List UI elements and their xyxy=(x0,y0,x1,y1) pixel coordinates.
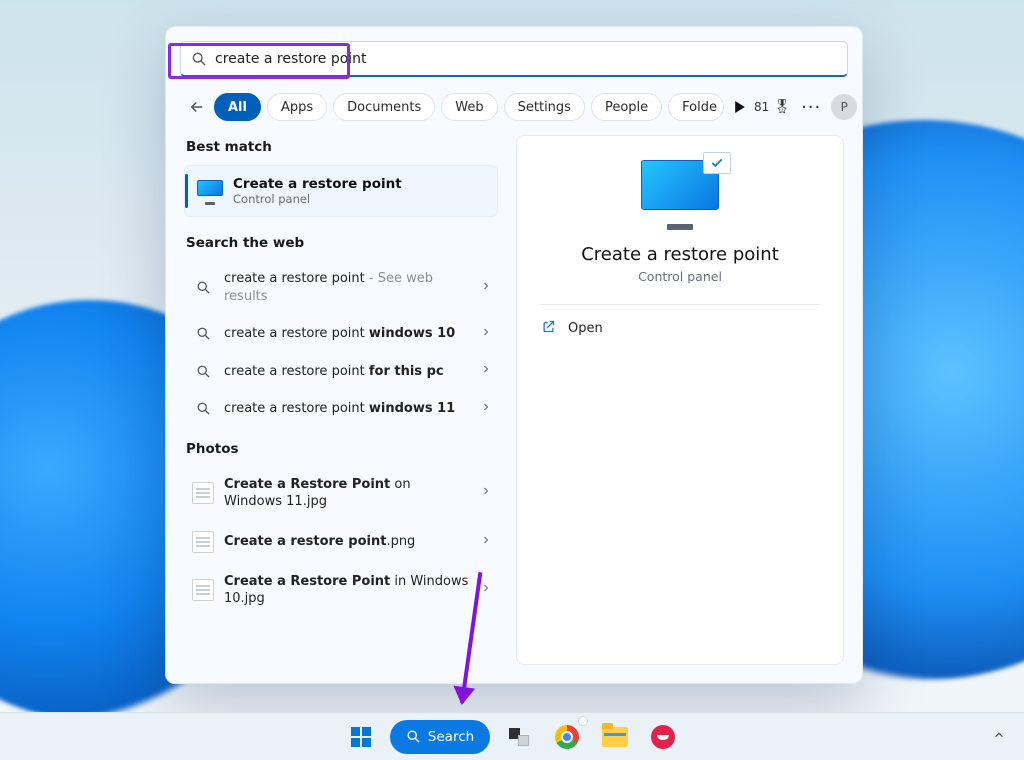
web-result[interactable]: create a restore point windows 10 xyxy=(184,316,498,352)
chevron-right-icon xyxy=(480,401,492,417)
section-photos: Photos xyxy=(186,441,496,457)
search-icon xyxy=(192,364,214,379)
photo-result-text: Create a Restore Point on Windows 11.jpg xyxy=(224,476,470,511)
app-button[interactable] xyxy=(644,718,682,756)
web-result-text: create a restore point windows 11 xyxy=(224,400,470,418)
task-view-button[interactable] xyxy=(500,718,538,756)
web-result[interactable]: create a restore point for this pc xyxy=(184,354,498,390)
tabs-overflow-button[interactable] xyxy=(734,93,746,121)
chevron-right-icon xyxy=(480,280,492,296)
tab-documents[interactable]: Documents xyxy=(333,93,435,121)
divider xyxy=(539,304,821,305)
windows-logo-icon xyxy=(351,727,371,747)
filter-toolbar: All Apps Documents Web Settings People F… xyxy=(166,87,862,135)
more-button[interactable]: ··· xyxy=(801,97,821,118)
search-box[interactable] xyxy=(180,41,848,77)
monitor-icon xyxy=(641,160,719,224)
file-explorer-button[interactable] xyxy=(596,718,634,756)
section-search-web: Search the web xyxy=(186,235,496,251)
web-result[interactable]: create a restore point - See web results xyxy=(184,261,498,314)
taskbar-search-label: Search xyxy=(428,729,474,745)
best-match-title: Create a restore point xyxy=(233,176,402,192)
badge-icon xyxy=(578,716,588,726)
search-icon xyxy=(192,326,214,341)
folder-icon xyxy=(602,727,628,747)
open-action[interactable]: Open xyxy=(539,311,821,346)
detail-subtitle: Control panel xyxy=(638,269,722,284)
tab-web[interactable]: Web xyxy=(441,93,497,121)
rewards-points[interactable]: 81🎖 xyxy=(754,99,791,115)
chevron-right-icon xyxy=(480,534,492,550)
medal-icon: 🎖 xyxy=(773,99,791,115)
taskbar: Search xyxy=(0,712,1024,760)
task-view-icon xyxy=(509,728,529,746)
tab-settings[interactable]: Settings xyxy=(504,93,585,121)
tab-apps[interactable]: Apps xyxy=(267,93,327,121)
open-label: Open xyxy=(568,321,603,336)
tab-all[interactable]: All xyxy=(214,93,261,121)
photo-result[interactable]: Create a Restore Point on Windows 11.jpg xyxy=(184,467,498,520)
chrome-icon xyxy=(555,725,579,749)
photo-result-text: Create a Restore Point in Windows 10.jpg xyxy=(224,573,470,608)
photo-result[interactable]: Create a restore point.png xyxy=(184,522,498,562)
chevron-right-icon xyxy=(480,326,492,342)
best-match-result[interactable]: Create a restore point Control panel xyxy=(184,165,498,217)
start-search-panel: All Apps Documents Web Settings People F… xyxy=(165,26,863,684)
web-result-text: create a restore point for this pc xyxy=(224,363,470,381)
tray-chevron-icon[interactable] xyxy=(992,728,1006,746)
start-button[interactable] xyxy=(342,718,380,756)
photo-result[interactable]: Create a Restore Point in Windows 10.jpg xyxy=(184,564,498,617)
image-thumb-icon xyxy=(192,579,214,601)
image-thumb-icon xyxy=(192,482,214,504)
tab-folders[interactable]: Folde xyxy=(668,93,724,121)
taskbar-search-button[interactable]: Search xyxy=(390,720,490,754)
search-input[interactable] xyxy=(215,51,837,67)
chevron-right-icon xyxy=(480,363,492,379)
image-thumb-icon xyxy=(192,531,214,553)
circle-app-icon xyxy=(651,725,675,749)
web-result-text: create a restore point - See web results xyxy=(224,270,470,305)
search-icon xyxy=(192,280,214,295)
photo-result-text: Create a restore point.png xyxy=(224,533,470,551)
search-icon xyxy=(191,51,207,67)
detail-title: Create a restore point xyxy=(581,244,779,265)
account-avatar[interactable]: P xyxy=(831,94,857,120)
open-icon xyxy=(541,319,556,338)
chevron-right-icon xyxy=(480,582,492,598)
chrome-button[interactable] xyxy=(548,718,586,756)
monitor-icon xyxy=(197,180,223,202)
search-icon xyxy=(192,401,214,416)
web-result[interactable]: create a restore point windows 11 xyxy=(184,391,498,427)
best-match-subtitle: Control panel xyxy=(233,192,402,206)
result-detail-pane: Create a restore point Control panel Ope… xyxy=(516,135,844,665)
chevron-right-icon xyxy=(480,485,492,501)
checkmark-icon xyxy=(703,152,731,174)
section-best-match: Best match xyxy=(186,139,496,155)
tab-people[interactable]: People xyxy=(591,93,662,121)
back-button[interactable] xyxy=(188,95,206,119)
web-result-text: create a restore point windows 10 xyxy=(224,325,470,343)
